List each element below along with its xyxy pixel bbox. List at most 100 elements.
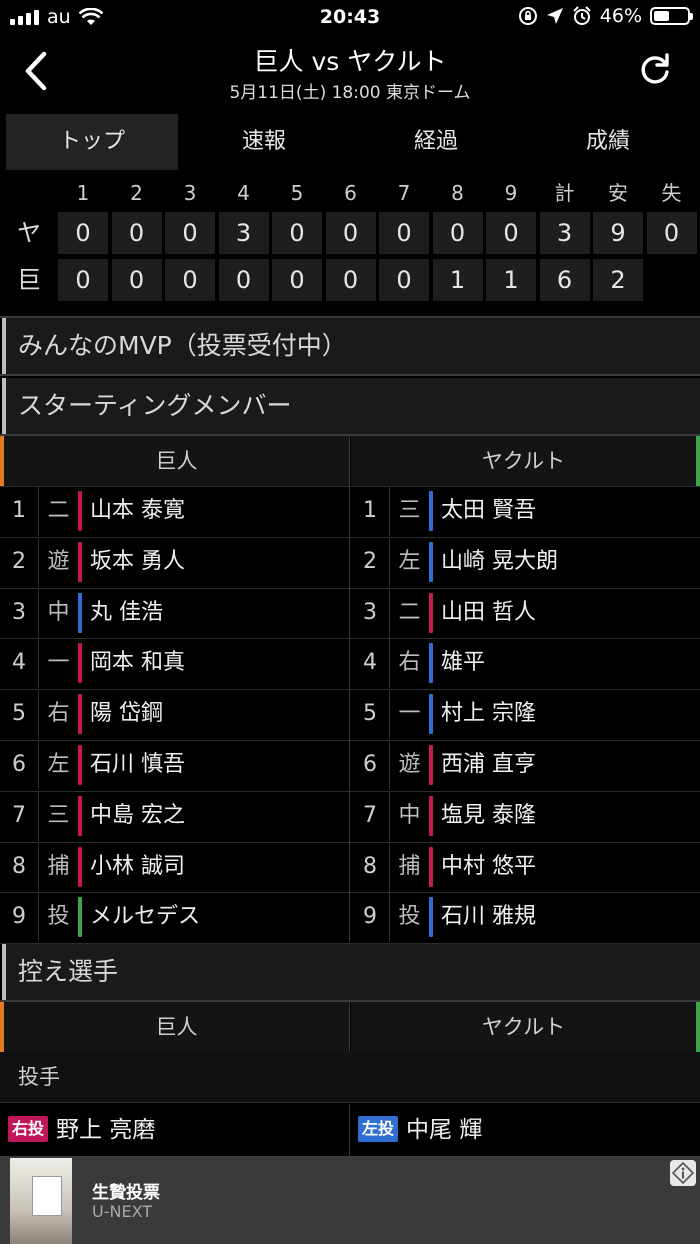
ad-info-icon[interactable] [670,1160,696,1186]
score-header: 2 [130,181,143,205]
player-name: 丸 佳浩 [90,599,163,625]
away-lineup-row[interactable]: 9 投石川 雅規 [351,892,700,943]
tab-progress[interactable]: 経過 [350,114,522,170]
tab-stats[interactable]: 成績 [522,114,694,170]
refresh-icon[interactable] [638,52,672,86]
away-lineup-row[interactable]: 8 捕中村 悠平 [351,841,700,892]
battery-icon [650,7,693,25]
home-lineup-row[interactable]: 9 投メルセデス [0,892,349,943]
batting-order: 2 [363,548,377,574]
score-header: 7 [397,181,411,205]
location-icon [546,8,563,24]
player-name: 太田 賢吾 [441,498,536,523]
alarm-icon [573,6,591,25]
bench-home-pitcher[interactable]: 右投 野上 亮磨 [8,1104,155,1156]
score-team-label: ヤ [17,219,41,247]
orientation-lock-icon [518,7,537,25]
handedness-bar [78,491,82,531]
tab-top[interactable]: トップ [6,114,178,170]
away-lineup-row[interactable]: 3 二山田 哲人 [351,587,700,638]
position: 二 [389,587,429,638]
score-cell: 0 [272,259,322,301]
batting-order: 3 [12,599,26,625]
score-cell: 0 [379,212,429,254]
handedness-bar [429,846,433,887]
home-lineup-row[interactable]: 1 二山本 泰寛 [0,486,349,536]
score-header: 9 [504,181,518,205]
player-name: 石川 雅規 [441,904,536,930]
handedness-bar [78,745,82,785]
score-cell: 0 [58,259,108,301]
score-header: 計 [554,181,575,205]
app-header: 巨人 vs ヤクルト 5月11日(土) 18:00 東京ドーム [0,36,700,106]
away-lineup-row[interactable]: 2 左山崎 晃大朗 [351,536,700,587]
score-header: 1 [76,181,90,205]
home-lineup-row[interactable]: 2 遊坂本 勇人 [0,536,349,587]
away-lineup-row[interactable]: 4 右雄平 [351,638,700,689]
player-name: 陽 岱鋼 [90,701,163,727]
handedness-bar [429,897,433,938]
ad-banner[interactable]: 生贄投票 U-NEXT [0,1156,700,1244]
ad-thumbnail [10,1158,72,1244]
position: 捕 [38,841,78,892]
batting-order: 8 [12,853,26,879]
score-header: 安 [608,181,628,205]
away-lineup-row[interactable]: 7 中塩見 泰隆 [351,790,700,841]
away-lineup-row[interactable]: 1 三太田 賢吾 [351,486,700,536]
position: 中 [389,790,429,841]
handedness-bar [78,897,82,938]
position: 投 [389,892,429,943]
score-cell: 0 [218,259,269,301]
away-team-header: ヤクルト [351,436,700,486]
player-name: 坂本 勇人 [90,548,185,574]
home-lineup-row[interactable]: 8 捕小林 誠司 [0,841,349,892]
position: 中 [38,587,78,638]
score-cell: 0 [646,212,697,254]
bench-home-team-header: 巨人 [0,1002,349,1052]
home-team-header: 巨人 [0,436,349,486]
away-lineup-row[interactable]: 6 遊西浦 直亨 [351,740,700,790]
handedness-bar [78,795,82,836]
player-name: 中尾 輝 [406,1117,483,1143]
player-name: 中村 悠平 [441,853,536,879]
home-lineup-row[interactable]: 5右陽 岱鋼 [0,689,349,740]
score-cell: 1 [486,259,536,301]
player-name: 岡本 和真 [90,650,185,676]
home-lineup-row[interactable]: 7 三中島 宏之 [0,790,349,841]
handedness-bar [78,694,82,735]
position: 一 [389,689,429,740]
handedness-bar [78,846,82,887]
score-cell: 0 [111,212,162,254]
tab-live[interactable]: 速報 [178,114,350,170]
position: 一 [38,638,78,689]
score-cell: 0 [111,259,162,301]
player-name: 山崎 晃大朗 [441,548,558,574]
score-cell: 0 [165,212,215,254]
home-lineup-row[interactable]: 4 一岡本 和真 [0,638,349,689]
ad-source: U-NEXT [92,1202,153,1221]
mvp-vote-section[interactable]: みんなのMVP（投票受付中） [2,318,700,374]
player-name: 中島 宏之 [90,802,185,828]
score-cell: 0 [165,259,215,301]
game-info: 5月11日(土) 18:00 東京ドーム [229,83,471,103]
home-lineup-row[interactable]: 3中丸 佳浩 [0,587,349,638]
batting-order: 9 [12,904,26,930]
player-name: 村上 宗隆 [441,701,536,727]
batting-order: 3 [363,599,377,625]
home-lineup-row[interactable]: 6 左石川 慎吾 [0,740,349,790]
score-team-label: 巨 [17,266,41,294]
batting-order: 1 [363,498,377,523]
handedness-bar [429,795,433,836]
batting-order: 6 [12,752,26,777]
position: 遊 [389,740,429,790]
batting-order: 2 [12,548,26,574]
handedness-bar [78,541,82,582]
score-cell: 0 [272,212,322,254]
score-cell: 0 [486,212,536,254]
battery-percent: 46% [599,5,642,27]
bench-away-pitcher[interactable]: 左投 中尾 輝 [358,1104,482,1156]
away-lineup-row[interactable]: 5 一村上 宗隆 [351,689,700,740]
position: 二 [38,486,78,536]
position: 捕 [389,841,429,892]
score-cell: 2 [593,259,643,301]
